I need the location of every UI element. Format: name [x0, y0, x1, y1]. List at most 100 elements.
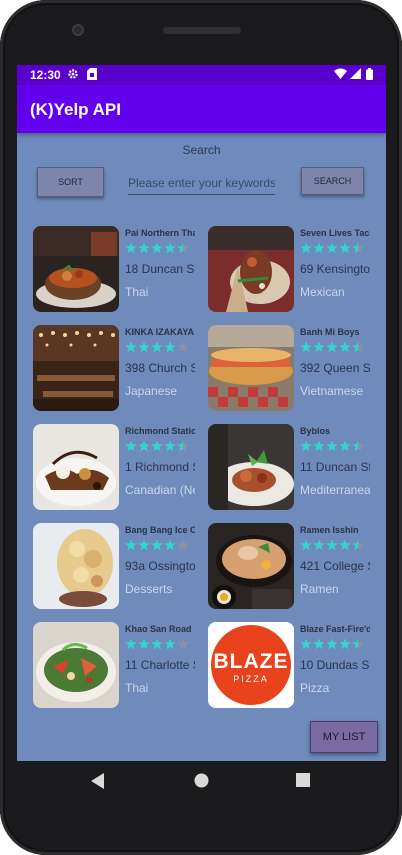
restaurant-photo — [208, 226, 294, 312]
star-filled-icon — [164, 440, 176, 452]
restaurant-category: Desserts — [125, 582, 173, 596]
restaurant-info: Blaze Fast-Fire'd Pizza 10 Dundas St Piz… — [300, 622, 370, 708]
restaurant-name: Ramen Isshin — [300, 525, 359, 535]
star-empty-icon — [177, 638, 189, 650]
star-filled-icon — [313, 539, 325, 551]
star-filled-icon — [300, 341, 312, 353]
restaurant-category: Pizza — [300, 681, 330, 695]
star-half-icon — [177, 440, 189, 452]
restaurant-category: Japanese — [125, 384, 178, 398]
star-filled-icon — [151, 341, 163, 353]
restaurant-card-blaze-pizza[interactable]: BLAZE PIZZA Blaze Fast-Fire'd Pizza 10 D… — [208, 622, 380, 708]
restaurant-photo — [33, 325, 119, 411]
restaurant-card-pai-northern-thai[interactable]: Pai Northern Thai 18 Duncan St Thai — [33, 226, 205, 312]
restaurant-category: Mediterranean — [300, 483, 370, 497]
star-filled-icon — [125, 242, 137, 254]
app-title: (K)Yelp API — [30, 100, 121, 119]
pizza-logo-text: PIZZA — [233, 674, 269, 684]
star-filled-icon — [138, 440, 150, 452]
restaurant-photo — [33, 424, 119, 510]
restaurant-card-richmond-station[interactable]: Richmond Station 1 Richmond St Canadian … — [33, 424, 205, 510]
restaurant-photo — [33, 523, 119, 609]
star-filled-icon — [313, 440, 325, 452]
star-filled-icon — [138, 341, 150, 353]
restaurant-category: Canadian (New) — [125, 483, 195, 497]
star-filled-icon — [326, 341, 338, 353]
restaurant-category: Thai — [125, 681, 149, 695]
restaurant-address: 398 Church St — [125, 361, 195, 375]
restaurant-photo — [208, 325, 294, 411]
star-filled-icon — [339, 341, 351, 353]
phone-frame: 12:30 (K)Yelp API Search SORT SEARCH — [0, 0, 402, 855]
restaurant-card-seven-lives-tacos[interactable]: Seven Lives Tacos 69 Kensington Mexican — [208, 226, 380, 312]
restaurant-info: Khao San Road 11 Charlotte St Thai — [125, 622, 195, 708]
signal-icon — [350, 68, 361, 83]
restaurant-name: Richmond Station — [125, 426, 195, 436]
sim-card-icon — [87, 68, 97, 83]
star-filled-icon — [138, 638, 150, 650]
star-filled-icon — [300, 638, 312, 650]
restaurant-card-banh-mi-boys[interactable]: Banh Mi Boys 392 Queen St Vietnamese — [208, 325, 380, 411]
restaurant-address: 392 Queen St — [300, 361, 370, 375]
restaurant-category: Thai — [125, 285, 149, 299]
rating-stars — [125, 638, 190, 652]
restaurant-name: Khao San Road — [125, 624, 192, 634]
star-filled-icon — [138, 539, 150, 551]
restaurant-address: 10 Dundas St — [300, 658, 370, 672]
home-icon[interactable] — [194, 773, 209, 793]
star-filled-icon — [313, 242, 325, 254]
restaurant-name: KINKA IZAKAYA — [125, 327, 195, 337]
star-filled-icon — [125, 539, 137, 551]
restaurant-photo — [33, 226, 119, 312]
gear-icon — [67, 68, 79, 83]
rating-stars — [125, 242, 190, 256]
sort-button[interactable]: SORT — [37, 167, 104, 197]
restaurant-card-byblos[interactable]: Byblos 11 Duncan St Mediterranean — [208, 424, 380, 510]
restaurant-category: Mexican — [300, 285, 345, 299]
restaurant-address: 69 Kensington — [300, 262, 370, 276]
star-filled-icon — [326, 242, 338, 254]
star-filled-icon — [300, 440, 312, 452]
restaurant-name: Pai Northern Thai — [125, 228, 195, 238]
star-filled-icon — [313, 341, 325, 353]
star-filled-icon — [300, 242, 312, 254]
star-filled-icon — [339, 440, 351, 452]
star-filled-icon — [164, 539, 176, 551]
star-filled-icon — [125, 440, 137, 452]
search-label: Search — [182, 143, 221, 157]
back-icon[interactable] — [91, 773, 105, 794]
restaurant-address: 421 College St — [300, 559, 370, 573]
search-button[interactable]: SEARCH — [301, 167, 364, 195]
search-input[interactable] — [128, 171, 275, 195]
restaurant-info: Ramen Isshin 421 College St Ramen — [300, 523, 370, 609]
star-half-icon — [352, 440, 364, 452]
restaurant-info: Bang Bang Ice Cream 93a Ossington Desser… — [125, 523, 195, 609]
star-filled-icon — [151, 539, 163, 551]
star-half-icon — [352, 341, 364, 353]
restaurant-address: 11 Duncan St — [300, 460, 370, 474]
restaurant-category: Ramen — [300, 582, 339, 596]
restaurant-card-kinka-izakaya[interactable]: KINKA IZAKAYA 398 Church St Japanese — [33, 325, 205, 411]
restaurant-name: Bang Bang Ice Cream — [125, 525, 195, 535]
star-filled-icon — [326, 638, 338, 650]
star-filled-icon — [164, 341, 176, 353]
star-filled-icon — [164, 242, 176, 254]
restaurant-name: Seven Lives Tacos — [300, 228, 370, 238]
app-bar: (K)Yelp API — [17, 85, 386, 133]
restaurant-name: Banh Mi Boys — [300, 327, 360, 337]
star-filled-icon — [151, 242, 163, 254]
restaurant-info: Byblos 11 Duncan St Mediterranean — [300, 424, 370, 510]
battery-icon — [366, 68, 373, 83]
restaurant-name: Byblos — [300, 426, 331, 436]
restaurant-info: Seven Lives Tacos 69 Kensington Mexican — [300, 226, 370, 312]
restaurant-card-ramen-isshin[interactable]: Ramen Isshin 421 College St Ramen — [208, 523, 380, 609]
my-list-button[interactable]: MY LIST — [310, 721, 378, 753]
star-filled-icon — [300, 539, 312, 551]
restaurant-card-bang-bang-ice-cream[interactable]: Bang Bang Ice Cream 93a Ossington Desser… — [33, 523, 205, 609]
recents-icon[interactable] — [296, 773, 310, 792]
restaurant-card-khao-san-road[interactable]: Khao San Road 11 Charlotte St Thai — [33, 622, 205, 708]
blaze-logo-text: BLAZE — [214, 650, 289, 673]
restaurant-category: Vietnamese — [300, 384, 364, 398]
star-filled-icon — [339, 539, 351, 551]
restaurant-address: 11 Charlotte St — [125, 658, 195, 672]
